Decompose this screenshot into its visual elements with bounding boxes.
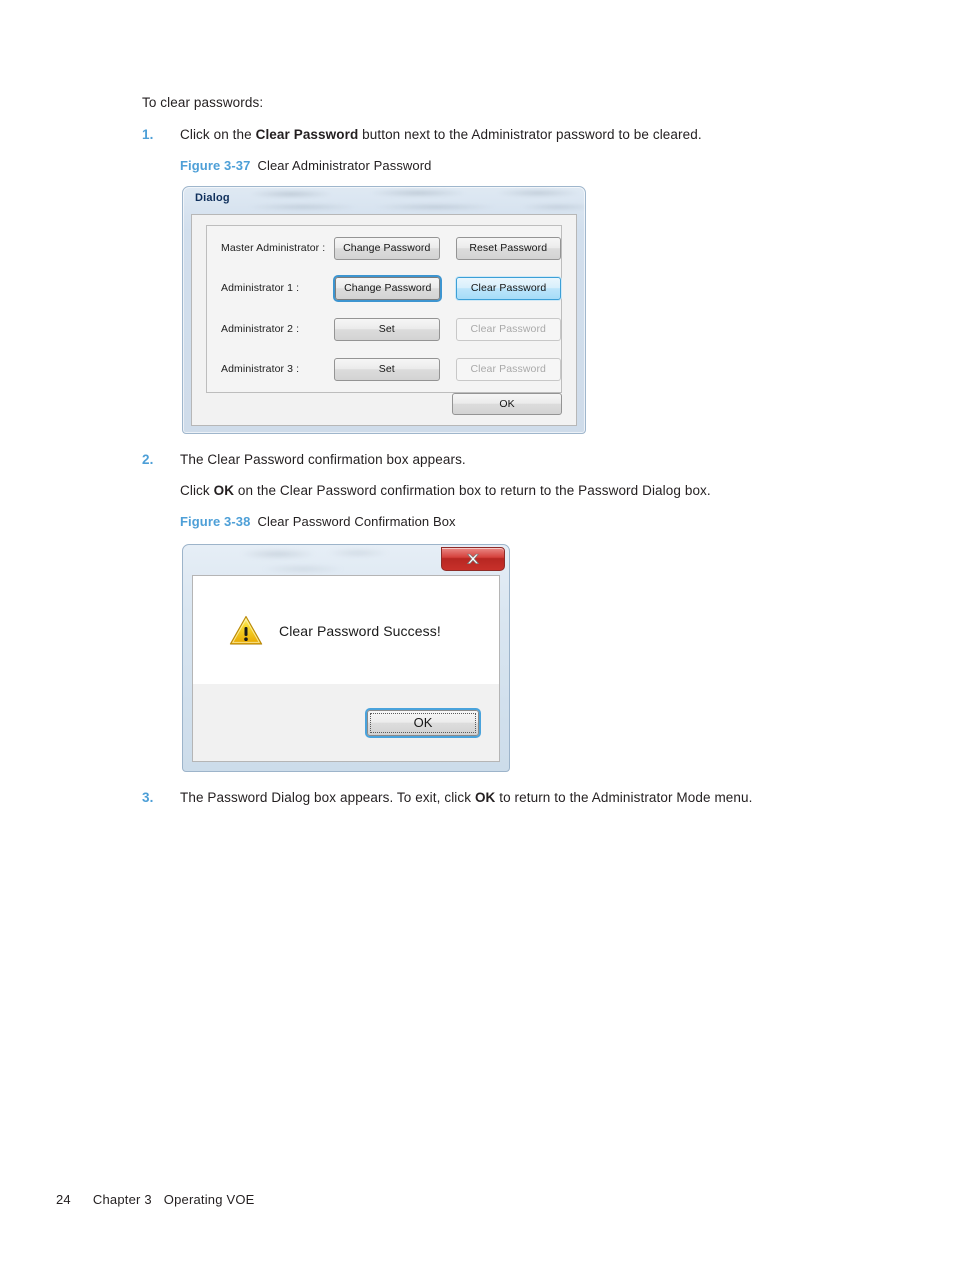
administrator-group-box: Master Administrator : Change Password R…	[206, 225, 562, 393]
row-administrator-1: Administrator 1 : Change Password Clear …	[207, 268, 561, 308]
intro-text: To clear passwords:	[142, 95, 264, 110]
figure-number-3-37: Figure 3-37	[180, 158, 251, 173]
step-2-number: 2.	[142, 452, 154, 467]
figure-title-3-38: Clear Password Confirmation Box	[257, 514, 456, 529]
step-3: 3. The Password Dialog box appears. To e…	[142, 790, 752, 805]
step-1-number: 1.	[142, 127, 154, 142]
password-dialog-client-area: Master Administrator : Change Password R…	[191, 214, 577, 426]
row-administrator-2: Administrator 2 : Set Clear Password	[207, 309, 561, 349]
figure-number-3-38: Figure 3-38	[180, 514, 251, 529]
password-dialog-title: Dialog	[195, 192, 230, 204]
label-administrator-3: Administrator 3 :	[221, 363, 300, 375]
step-1-bold: Clear Password	[255, 127, 359, 142]
step-3-bold: OK	[474, 790, 496, 805]
step-2-subline: Click OK on the Clear Password confirmat…	[180, 483, 711, 498]
label-administrator-2: Administrator 2 :	[221, 323, 300, 335]
step-2-subline-bold: OK	[213, 483, 235, 498]
close-icon[interactable]	[441, 547, 505, 571]
password-dialog-ok-button[interactable]: OK	[452, 393, 562, 415]
figure-title-3-37: Clear Administrator Password	[257, 158, 432, 173]
confirmation-ok-button[interactable]: OK	[367, 709, 479, 736]
label-administrator-1: Administrator 1 :	[221, 282, 300, 294]
button-admin3-clear-password: Clear Password	[455, 357, 561, 381]
step-2-subline-after: on the Clear Password confirmation box t…	[234, 483, 711, 498]
step-1: 1. Click on the Clear Password button ne…	[142, 127, 702, 142]
figure-caption-3-38: Figure 3-38 Clear Password Confirmation B…	[180, 514, 456, 529]
figure-caption-3-37: Figure 3-37 Clear Administrator Password	[180, 158, 432, 173]
step-1-text-after: button next to the Administrator passwor…	[358, 127, 702, 142]
label-master-administrator: Master Administrator :	[221, 242, 326, 254]
document-page: To clear passwords: 1. Click on the Clea…	[0, 0, 954, 1270]
row-administrator-3: Administrator 3 : Set Clear Password	[207, 349, 561, 389]
step-3-text: The Password Dialog box appears. To exit…	[180, 790, 752, 805]
step-3-text-after: to return to the Administrator Mode menu…	[495, 790, 753, 805]
footer-chapter: Chapter 3	[92, 1192, 152, 1207]
password-dialog-titlebar[interactable]: Dialog	[183, 187, 585, 215]
password-dialog-button-row: OK	[206, 393, 562, 415]
step-1-text: Click on the Clear Password button next …	[180, 127, 702, 142]
confirmation-dialog-client-area: Clear Password Success! OK	[192, 575, 500, 762]
footer-page-number: 24	[56, 1192, 71, 1207]
warning-triangle-icon	[229, 615, 263, 645]
step-3-number: 3.	[142, 790, 154, 805]
password-dialog-window: Dialog Master Administrator : Change Pas…	[182, 186, 586, 434]
button-admin1-change-password[interactable]: Change Password	[335, 276, 441, 300]
step-3-text-before: The Password Dialog box appears. To exit…	[180, 790, 475, 805]
row-master-administrator: Master Administrator : Change Password R…	[207, 228, 561, 268]
page-footer: 24 Chapter 3 Operating VOE	[56, 1192, 255, 1207]
step-1-text-before: Click on the	[180, 127, 256, 142]
footer-chapter-title: Operating VOE	[163, 1192, 255, 1207]
button-admin3-set[interactable]: Set	[334, 357, 440, 381]
confirmation-message-text: Clear Password Success!	[279, 622, 441, 639]
button-master-reset-password[interactable]: Reset Password	[455, 236, 561, 260]
button-admin1-clear-password[interactable]: Clear Password	[456, 276, 561, 300]
step-2: 2. The Clear Password confirmation box a…	[142, 452, 466, 467]
step-2-text: The Clear Password confirmation box appe…	[180, 452, 466, 467]
button-admin2-set[interactable]: Set	[334, 317, 440, 341]
button-admin2-clear-password: Clear Password	[455, 317, 561, 341]
button-master-change-password[interactable]: Change Password	[334, 236, 440, 260]
confirmation-dialog-window: Clear Password Success! OK	[182, 544, 510, 772]
confirmation-button-strip: OK	[193, 684, 499, 761]
step-2-subline-before: Click	[180, 483, 214, 498]
confirmation-message-area: Clear Password Success!	[193, 576, 499, 686]
